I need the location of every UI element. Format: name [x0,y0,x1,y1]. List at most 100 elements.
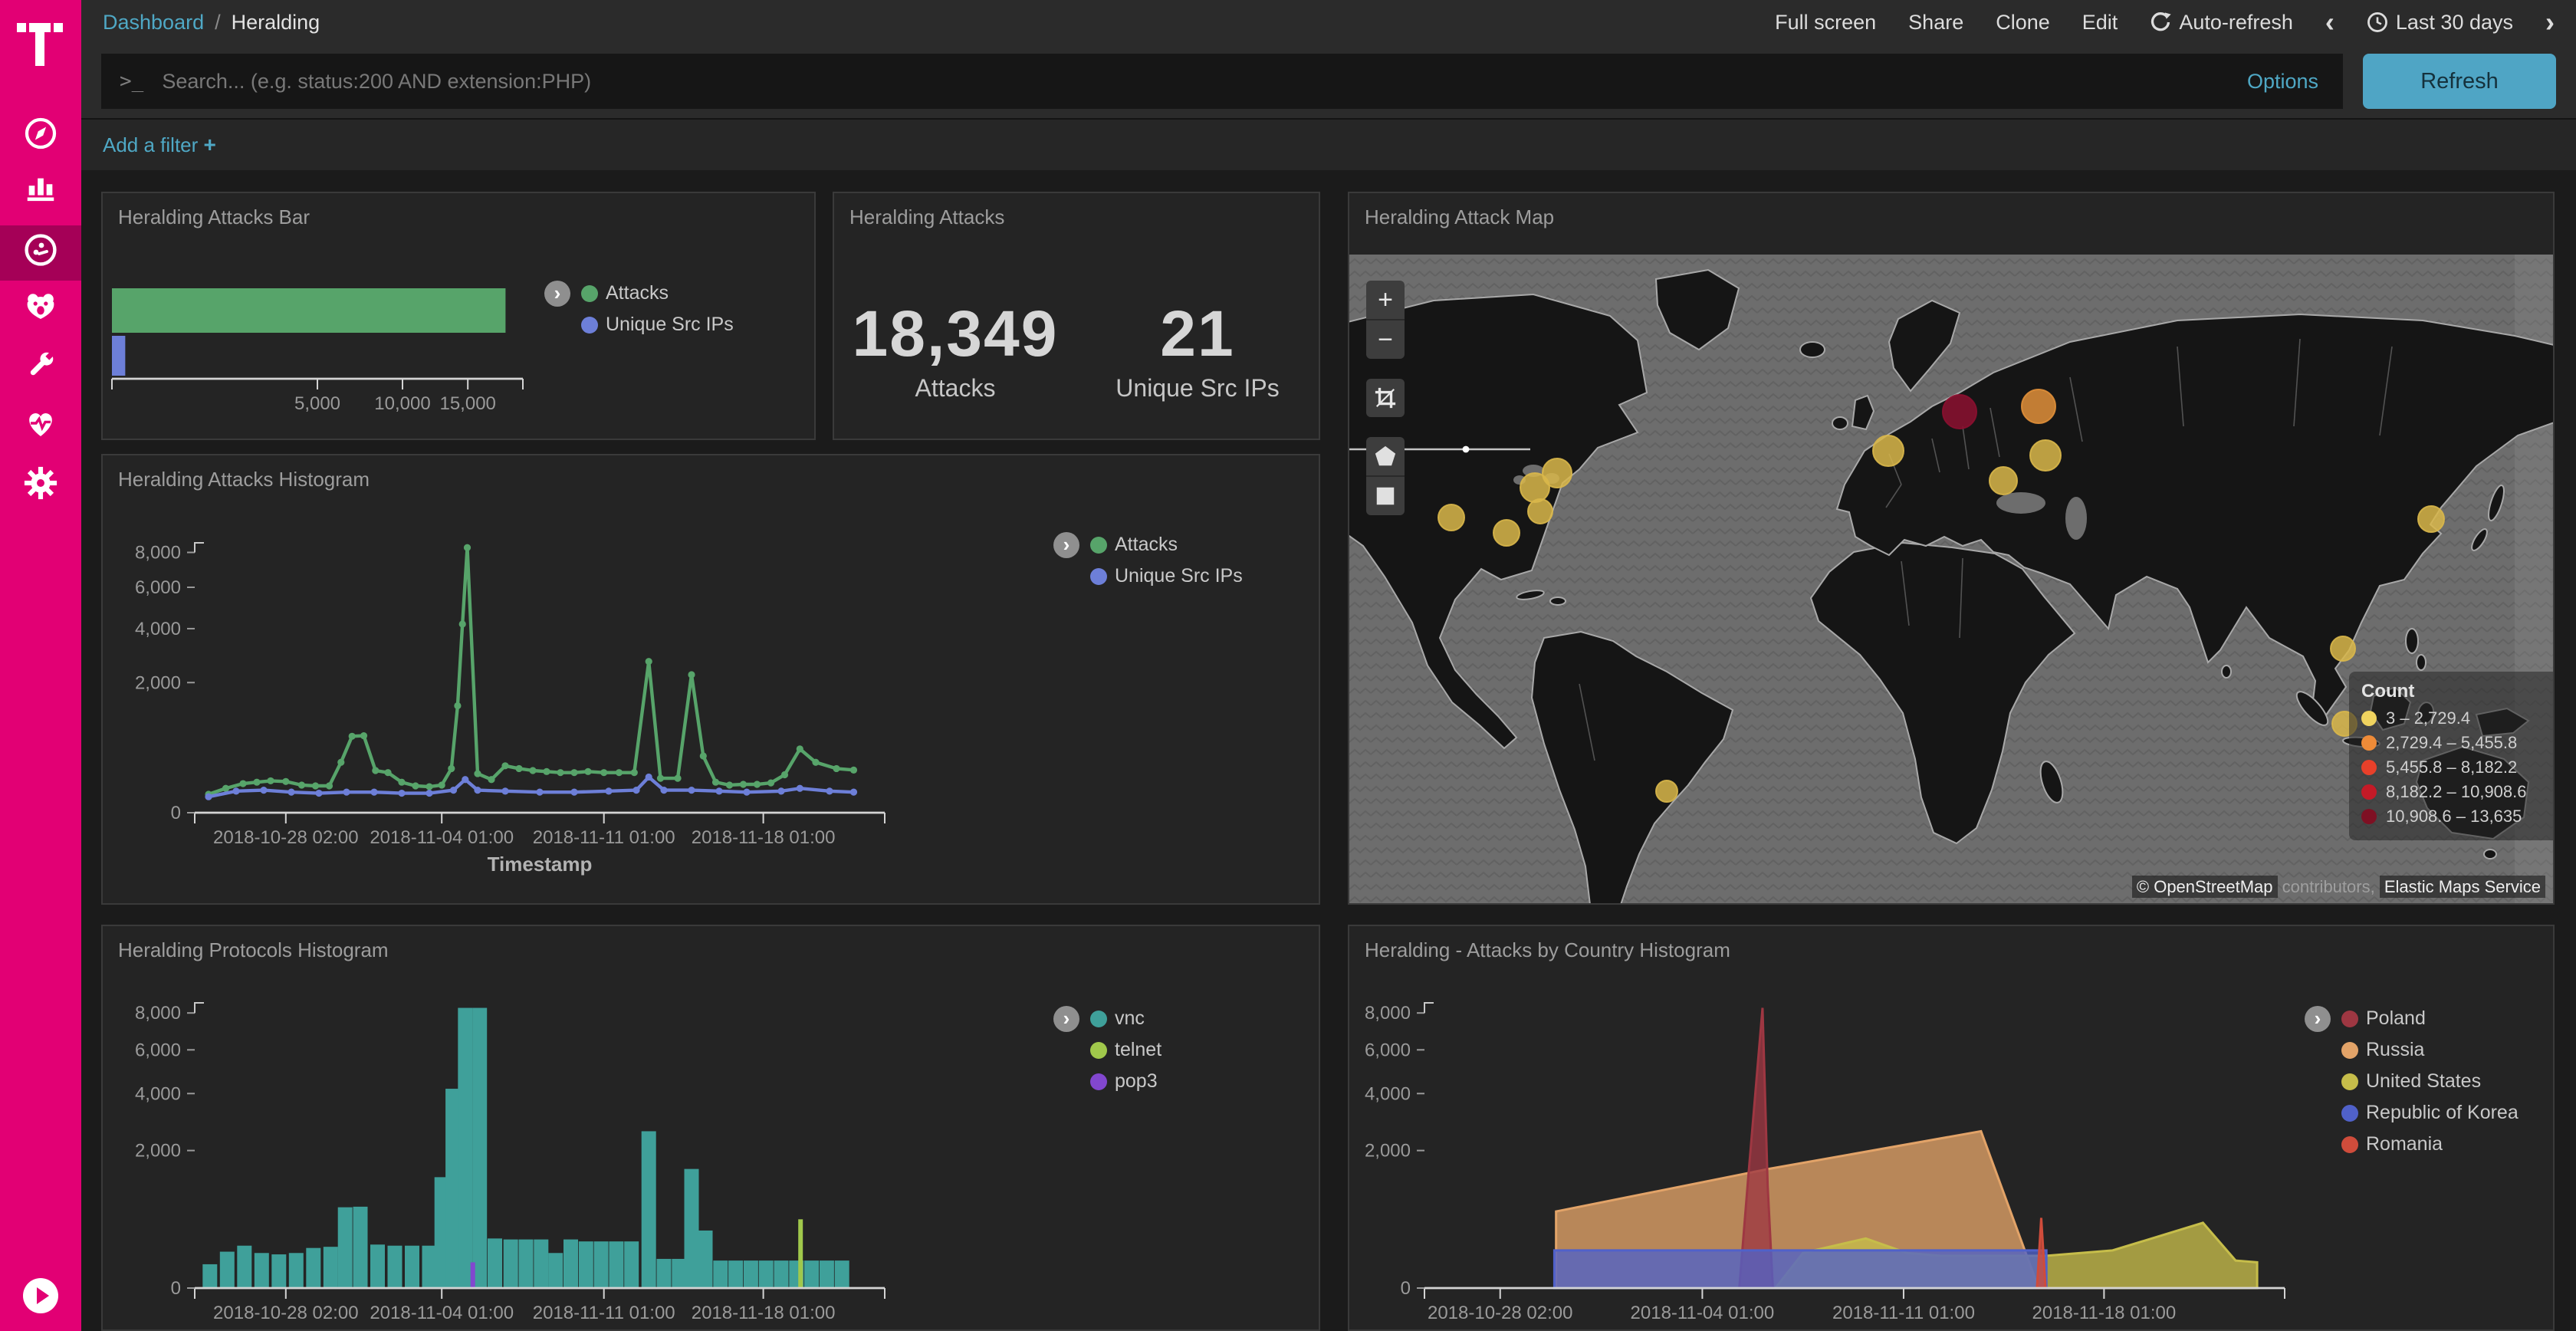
legend-item-Unique Src IPs[interactable]: Unique Src IPs [581,314,734,336]
attack-circle[interactable] [2022,389,2055,423]
svg-text:2018-11-18 01:00: 2018-11-18 01:00 [692,1303,836,1323]
svg-text:2018-10-28 02:00: 2018-10-28 02:00 [1428,1303,1573,1323]
breadcrumb-current: Heralding [232,11,320,35]
series-dot [581,285,598,302]
count-range-label: 8,182.2 – 10,908.6 [2386,782,2527,802]
edit-button[interactable]: Edit [2082,11,2118,35]
share-button[interactable]: Share [1908,11,1963,35]
legend-item-pop3[interactable]: pop3 [1090,1070,1162,1093]
t-mobile-logo[interactable] [17,15,63,77]
legend-toggle-icon[interactable]: › [544,281,570,307]
count-range-label: 5,455.8 – 8,182.2 [2386,758,2517,777]
metric-attacks: 18,349 Attacks [834,297,1076,403]
series-Attacks [205,544,857,798]
dashboard-grid: Heralding Attacks Bar 5,000 10,000 15,000 ›… [81,170,2576,1331]
svg-text:2,000: 2,000 [135,672,181,693]
series-dot [2341,1042,2358,1059]
series-dot [2341,1011,2358,1027]
svg-text:10,000: 10,000 [374,393,430,414]
legend-item-vnc[interactable]: vnc [1090,1007,1162,1030]
attack-circle[interactable] [2030,440,2061,471]
query-options-link[interactable]: Options [2247,70,2325,94]
attack-circle[interactable] [1656,781,1677,802]
svg-text:2,000: 2,000 [1365,1141,1411,1162]
count-legend-row: 10,908.6 – 13,635 [2361,807,2551,827]
count-range-dot [2361,784,2377,800]
attack-circle[interactable] [1528,499,1552,524]
search-input[interactable] [159,68,2232,95]
legend-toggle-icon[interactable]: › [2305,1006,2331,1032]
auto-refresh-button[interactable]: Auto-refresh [2150,11,2293,35]
count-range-label: 10,908.6 – 13,635 [2386,807,2522,827]
sidebar-item-timelion[interactable] [0,281,81,336]
svg-text:15,000: 15,000 [439,393,495,414]
attacks-histogram-chart: 2018-10-28 02:002018-11-04 01:002018-11-… [103,455,1319,903]
attack-circle[interactable] [1438,504,1464,531]
map-draw-rectangle-button[interactable] [1366,477,1405,515]
sidebar-item-management[interactable] [0,458,81,514]
sidebar-item-dashboard[interactable] [0,225,81,281]
sidebar-collapse-button[interactable] [0,1273,81,1325]
bar-attacks [112,288,505,333]
map-zoom-out-button[interactable]: − [1366,320,1405,359]
map-zoom-in-button[interactable]: + [1366,281,1405,320]
series-vnc [202,1008,849,1288]
legend-item-Republic of Korea[interactable]: Republic of Korea [2341,1102,2518,1124]
svg-text:8,000: 8,000 [135,1003,181,1024]
attack-circle[interactable] [1873,435,1904,466]
chart-legend: › Attacks Unique Src IPs [544,281,734,336]
legend-item-Attacks[interactable]: Attacks [581,282,734,304]
legend-item-telnet[interactable]: telnet [1090,1039,1162,1061]
legend-item-Unique Src IPs[interactable]: Unique Src IPs [1090,565,1243,587]
map-draw-polygon-button[interactable] [1366,437,1405,477]
attack-circle[interactable] [1990,467,2017,495]
attack-circle[interactable] [1943,395,1976,429]
map-attribution: © OpenStreetMap contributors, Elastic Ma… [2132,877,2545,897]
time-range-picker[interactable]: Last 30 days [2367,11,2513,35]
polygon-icon [1374,445,1397,468]
legend-label: Unique Src IPs [606,314,734,336]
count-range-label: 3 – 2,729.4 [2386,708,2470,728]
attack-circle[interactable] [2418,506,2444,532]
chart-legend: › Poland Russia United States Republic of Ko… [2305,1006,2518,1155]
legend-item-Poland[interactable]: Poland [2341,1007,2518,1030]
panel-heralding-attacks: Heralding Attacks 18,349 Attacks 21 Uniq… [833,192,1320,440]
series-dot [1090,1073,1107,1090]
add-filter-link[interactable]: Add a filter + [103,133,216,157]
attack-circle[interactable] [1543,458,1572,488]
sidebar-item-discover[interactable] [0,109,81,164]
osm-link[interactable]: © OpenStreetMap [2137,877,2273,896]
svg-text:4,000: 4,000 [1365,1083,1411,1104]
legend-item-Romania[interactable]: Romania [2341,1133,2518,1155]
legend-toggle-icon[interactable]: › [1053,1006,1079,1032]
sidebar-item-visualize[interactable] [0,164,81,219]
time-forward-button[interactable]: › [2545,12,2555,33]
panel-title: Heralding Attacks Bar [103,193,814,235]
breadcrumb-dashboard-link[interactable]: Dashboard [103,11,204,35]
refresh-button[interactable]: Refresh [2363,54,2556,109]
full-screen-button[interactable]: Full screen [1775,11,1876,35]
svg-text:2,000: 2,000 [135,1141,181,1162]
metric-label: Unique Src IPs [1076,374,1319,403]
legend-label: Attacks [606,282,669,304]
clone-button[interactable]: Clone [1996,11,2050,35]
time-back-button[interactable]: ‹ [2325,12,2334,33]
sidebar-item-monitoring[interactable] [0,399,81,454]
attack-circle[interactable] [2331,636,2355,661]
svg-text:2018-11-04 01:00: 2018-11-04 01:00 [370,1303,514,1323]
map-fit-bounds-button[interactable] [1366,379,1405,417]
attack-circle[interactable] [1493,520,1520,546]
svg-text:5,000: 5,000 [294,393,340,414]
wrench-icon [23,347,58,389]
series-dot [1090,537,1107,554]
count-range-dot [2361,760,2377,775]
sidebar-item-devtools[interactable] [0,340,81,396]
legend-item-Russia[interactable]: Russia [2341,1039,2518,1061]
top-nav: Dashboard / Heralding Full screen Share … [81,0,2576,44]
ems-link[interactable]: Elastic Maps Service [2384,877,2541,896]
panel-heralding-attack-map: Heralding Attack Map + − Count 3 – 2,729… [1348,192,2555,905]
legend-item-United States[interactable]: United States [2341,1070,2518,1093]
legend-item-Attacks[interactable]: Attacks [1090,534,1243,556]
legend-toggle-icon[interactable]: › [1053,532,1079,558]
series-dot [2341,1073,2358,1090]
